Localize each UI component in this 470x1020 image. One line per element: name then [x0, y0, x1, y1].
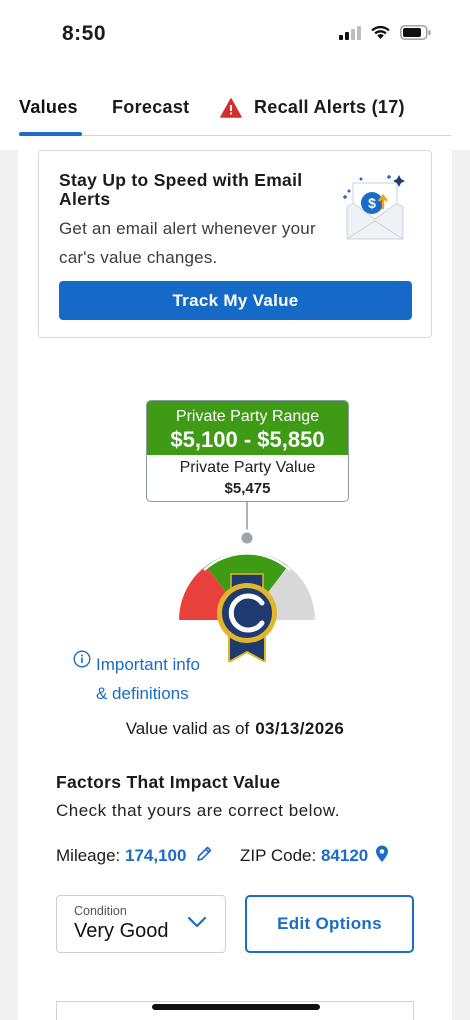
- zip-code-value[interactable]: 84120: [321, 846, 368, 865]
- private-party-value: $5,475: [224, 480, 271, 497]
- mileage-value[interactable]: 174,100: [125, 846, 186, 865]
- value-gauge: [179, 502, 315, 662]
- wifi-icon: [371, 25, 390, 39]
- private-party-range-value: $5,100 - $5,850: [170, 427, 325, 452]
- mileage-row[interactable]: Mileage: 174,100: [56, 845, 213, 866]
- info-icon: [73, 650, 91, 668]
- private-party-value-label: Private Party Value: [179, 459, 316, 476]
- status-icons: [339, 25, 432, 40]
- track-my-value-button[interactable]: Track My Value: [59, 281, 412, 320]
- signal-icon: [339, 25, 361, 40]
- value-valid-date: 03/13/2026: [255, 719, 345, 738]
- battery-icon: [400, 25, 431, 40]
- important-info-line1: Important info: [96, 655, 200, 674]
- email-dollar-illustration-icon: $: [343, 175, 405, 240]
- zip-code-label: ZIP Code:: [240, 846, 317, 865]
- factors-subtitle: Check that yours are correct below.: [56, 801, 340, 820]
- tab-recall-alerts[interactable]: Recall Alerts (17): [220, 97, 405, 118]
- tab-values[interactable]: Values: [19, 97, 78, 118]
- private-party-value-box: Private Party Range $5,100 - $5,850 Priv…: [146, 400, 349, 502]
- value-valid-row: Value valid as of 03/13/2026: [18, 719, 452, 739]
- private-party-range-label: Private Party Range: [175, 408, 320, 425]
- mileage-label: Mileage:: [56, 846, 121, 865]
- condition-value: Very Good: [74, 920, 169, 942]
- active-tab-indicator: [19, 132, 82, 136]
- tab-forecast[interactable]: Forecast: [112, 97, 189, 118]
- condition-label: Condition: [74, 904, 127, 918]
- email-alert-title: Stay Up to Speed with Email Alerts: [59, 170, 303, 209]
- factors-title: Factors That Impact Value: [56, 772, 281, 792]
- edit-options-button[interactable]: Edit Options: [245, 895, 414, 953]
- map-pin-icon[interactable]: [375, 845, 389, 863]
- pencil-icon[interactable]: [195, 845, 213, 863]
- status-time: 8:50: [62, 22, 107, 45]
- warning-icon: [220, 97, 242, 118]
- main-content: Stay Up to Speed with Email Alerts Get a…: [18, 146, 452, 1020]
- zip-code-row[interactable]: ZIP Code: 84120: [240, 845, 389, 866]
- condition-select[interactable]: Condition Very Good: [56, 895, 226, 953]
- chevron-down-icon: [187, 916, 207, 928]
- value-valid-label: Value valid as of: [125, 719, 250, 738]
- important-info-line2: & definitions: [96, 684, 189, 703]
- email-alert-card: Stay Up to Speed with Email Alerts Get a…: [38, 150, 432, 338]
- tab-divider: [19, 135, 451, 136]
- status-bar: 8:50: [0, 0, 470, 70]
- important-info-link[interactable]: Important info & definitions: [96, 650, 200, 708]
- tab-bar: Values Forecast Recall Alerts (17): [0, 70, 470, 150]
- gauge-marker: [238, 529, 256, 547]
- private-party-range-header: Private Party Range $5,100 - $5,850: [147, 401, 348, 455]
- email-alert-description: Get an email alert whenever your car's v…: [59, 219, 316, 267]
- tab-recall-alerts-label: Recall Alerts (17): [254, 97, 405, 117]
- home-indicator[interactable]: [152, 1004, 320, 1010]
- svg-text:$: $: [368, 195, 376, 211]
